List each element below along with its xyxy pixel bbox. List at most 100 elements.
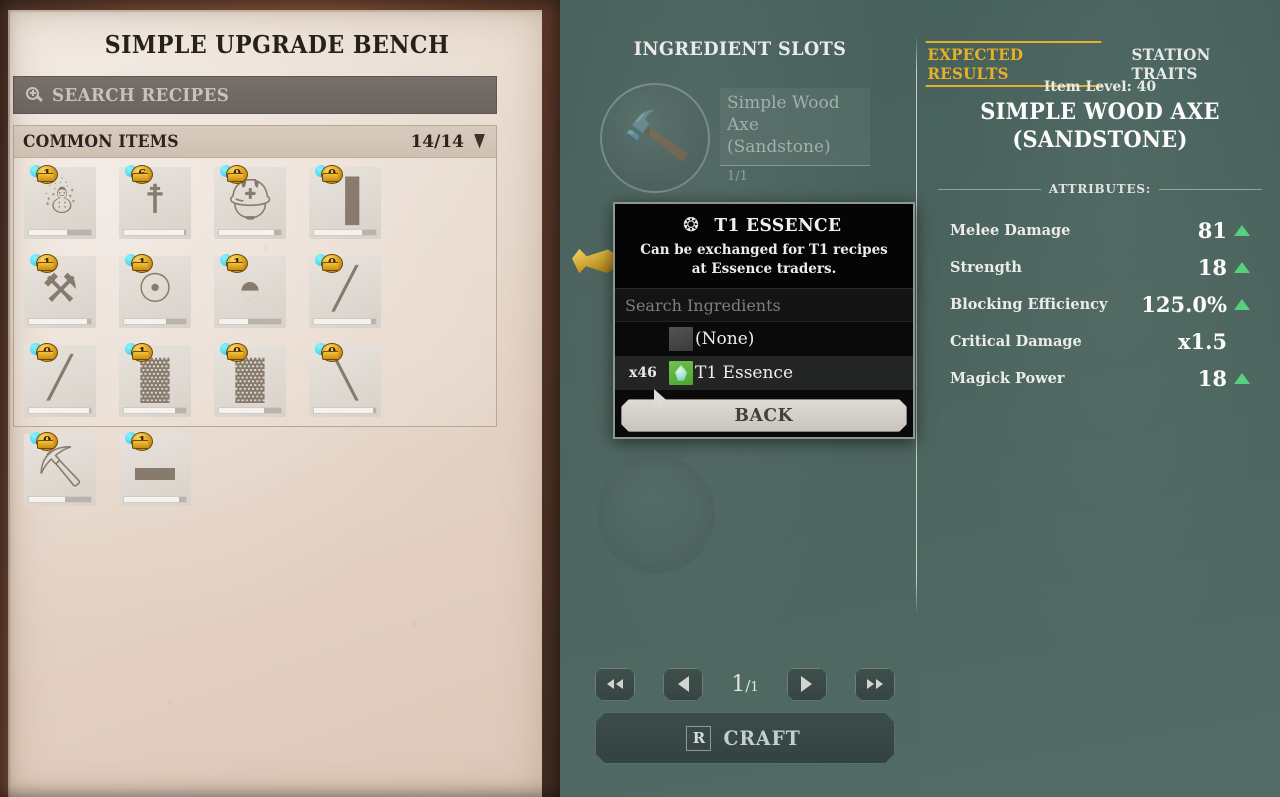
item-durability-bar [218, 318, 282, 325]
item-artwork: ╱ [47, 356, 73, 401]
craft-button[interactable]: R CRAFT [595, 712, 895, 764]
search-icon [26, 86, 43, 104]
recipe-item-item-shorts[interactable]: ☃1 [24, 164, 119, 256]
attribute-name: Melee Damage [950, 222, 1071, 239]
page-indicator: 1/1 [731, 672, 758, 697]
item-badge: 1 [121, 253, 153, 273]
item-cost-badge: 0 [321, 164, 343, 184]
attribute-name: Blocking Efficiency [950, 296, 1108, 313]
category-header[interactable]: COMMON ITEMS 14/14 [14, 126, 496, 158]
recipe-item-item-spear[interactable]: ╱0 [309, 253, 404, 345]
panel-divider [916, 35, 917, 615]
attribute-name: Strength [950, 259, 1022, 276]
item-badge: 0 [26, 431, 58, 451]
recipe-item-item-gloves[interactable]: ☉1 [119, 253, 214, 345]
item-cost-badge: 1 [36, 253, 58, 273]
craft-hotkey: R [686, 726, 711, 751]
result-item-name: SIMPLE WOOD AXE (SANDSTONE) [980, 99, 1220, 153]
item-artwork: ⛑ [224, 178, 276, 223]
ingredient-slot-icon[interactable]: 🔨 [600, 83, 710, 193]
item-artwork: ⚒ [42, 267, 78, 312]
category-common-items: COMMON ITEMS 14/14 ☃1☨6⛑0▐0⚒1☉1◓1╱0╱0▓1▓… [13, 125, 497, 506]
next-page-button[interactable] [787, 668, 827, 701]
attribute-row: Magick Power 18 [950, 360, 1250, 397]
attributes-header: ATTRIBUTES: [1048, 182, 1152, 196]
recipe-item-item-pickaxe[interactable]: ⚒1 [24, 253, 119, 345]
recipe-item-item-sack[interactable]: ▓1 [119, 342, 214, 434]
item-cost-badge: 1 [36, 164, 58, 184]
item-artwork: ☉ [137, 267, 173, 312]
item-badge: 1 [121, 431, 153, 451]
trend-up-icon [1234, 299, 1250, 310]
recipe-item-item-trousers[interactable]: ▐0 [309, 164, 404, 256]
search-recipes-input[interactable]: SEARCH RECIPES [13, 76, 497, 114]
attribute-value: 125.0% [1141, 292, 1227, 317]
item-badge: 6 [121, 164, 153, 184]
first-page-button[interactable] [595, 668, 635, 701]
skip-forward-icon [867, 679, 883, 689]
ingredient-slot-count: 1/1 [727, 169, 748, 184]
item-artwork: ☃ [42, 178, 78, 223]
trend-up-icon [1234, 225, 1250, 236]
item-artwork: ╲ [332, 356, 358, 401]
prev-page-button[interactable] [663, 668, 703, 701]
recipe-book-page: SIMPLE UPGRADE BENCH SEARCH RECIPES COMM… [8, 10, 542, 797]
recipe-item-item-hammer[interactable]: ╲0 [309, 342, 404, 434]
item-cost-badge: 6 [131, 164, 153, 184]
recipe-item-item-tunic[interactable]: ▓0 [214, 342, 309, 434]
item-cost-badge: 1 [226, 253, 248, 273]
badge-ribbon-icon [37, 172, 53, 182]
ingredient-slot-name-box[interactable]: Simple Wood Axe (Sandstone) [720, 88, 870, 166]
item-cost-badge: 0 [226, 164, 248, 184]
page-title: SIMPLE UPGRADE BENCH [104, 30, 450, 59]
badge-ribbon-icon [132, 172, 148, 182]
item-cost-badge: 0 [36, 342, 58, 362]
item-badge: 0 [311, 253, 343, 273]
last-page-button[interactable] [855, 668, 895, 701]
item-cost-badge: 1 [131, 342, 153, 362]
badge-ribbon-icon [132, 261, 148, 271]
item-badge: 1 [26, 253, 58, 273]
badge-ribbon-icon [322, 172, 338, 182]
item-badge: 1 [216, 253, 248, 273]
tooltip-description: Can be exchanged for T1 recipes at Essen… [640, 242, 888, 277]
ingredient-option-t1-essence[interactable]: x46 T1 Essence [615, 356, 913, 390]
item-badge: 0 [311, 342, 343, 362]
next-icon [801, 676, 812, 692]
ingredient-option-none[interactable]: (None) [615, 322, 913, 356]
tooltip-title: T1 ESSENCE [714, 215, 842, 236]
attribute-value: 18 [1197, 255, 1227, 280]
item-artwork: ⛏ [34, 445, 86, 490]
badge-ribbon-icon [322, 261, 338, 271]
item-cost-badge: 0 [321, 342, 343, 362]
item-durability-bar [218, 229, 282, 236]
item-durability-bar [28, 496, 92, 503]
current-page: 1 [731, 671, 746, 697]
badge-ribbon-icon [227, 350, 243, 360]
back-button[interactable]: BACK [621, 399, 907, 432]
attributes-list: Melee Damage 81 Strength 18 Blocking Efficie… [950, 212, 1250, 397]
recipe-item-item-torch[interactable]: ☨6 [119, 164, 214, 256]
recipe-item-item-hoe[interactable]: ╱0 [24, 342, 119, 434]
attribute-name: Magick Power [950, 370, 1065, 387]
category-count: 14/14 [410, 131, 464, 152]
attribute-name: Critical Damage [950, 333, 1082, 350]
item-durability-bar [313, 318, 377, 325]
recipe-book-frame: SIMPLE UPGRADE BENCH SEARCH RECIPES COMM… [0, 0, 560, 797]
badge-ribbon-icon [37, 350, 53, 360]
recipe-item-item-axe[interactable]: ⛏0 [24, 431, 119, 523]
badge-ribbon-icon [227, 261, 243, 271]
item-artwork: ▐ [330, 178, 360, 223]
attribute-value: 81 [1197, 218, 1227, 243]
item-artwork: ▬ [135, 445, 175, 490]
ingredient-option-label: (None) [695, 329, 755, 349]
item-durability-bar [28, 229, 92, 236]
chevron-down-icon[interactable] [473, 134, 486, 150]
attribute-row: Melee Damage 81 [950, 212, 1250, 249]
item-cost-badge: 1 [131, 431, 153, 451]
recipe-item-item-turban[interactable]: ◓1 [214, 253, 309, 345]
recipe-item-item-boots[interactable]: ⛑0 [214, 164, 309, 256]
item-badge: 0 [216, 164, 248, 184]
search-ingredients-input[interactable]: Search Ingredients [615, 289, 913, 322]
recipe-item-item-gold-staff[interactable]: ▬1 [119, 431, 214, 523]
